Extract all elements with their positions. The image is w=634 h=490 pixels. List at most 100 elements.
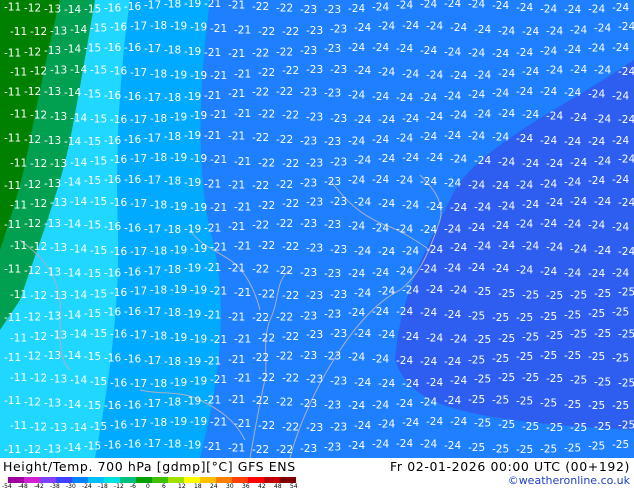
isotherm-label: -22 bbox=[252, 395, 269, 407]
isotherm-label: -24 bbox=[420, 45, 437, 57]
isotherm-label: -17 bbox=[130, 285, 147, 297]
isotherm-label: -24 bbox=[372, 399, 389, 411]
isotherm-label: -24 bbox=[426, 152, 443, 164]
isotherm-label: -16 bbox=[104, 42, 121, 54]
isotherm-label: -19 bbox=[190, 70, 207, 82]
isotherm-label: -24 bbox=[540, 218, 557, 230]
isotherm-label: -24 bbox=[564, 136, 581, 148]
isotherm-label: -19 bbox=[184, 308, 201, 320]
isotherm-label: -23 bbox=[306, 64, 323, 76]
isotherm-label: -18 bbox=[150, 68, 167, 80]
isotherm-label: -22 bbox=[252, 87, 269, 99]
isotherm-label: -15 bbox=[84, 220, 101, 232]
isotherm-label: -25 bbox=[588, 400, 605, 412]
isotherm-label: -15 bbox=[84, 351, 101, 363]
isotherm-label: -25 bbox=[546, 330, 563, 342]
isotherm-label: -24 bbox=[498, 68, 515, 80]
isotherm-label: -24 bbox=[378, 246, 395, 258]
isotherm-label: -25 bbox=[498, 288, 515, 300]
isotherm-label: -13 bbox=[44, 398, 61, 410]
isotherm-label: -24 bbox=[372, 306, 389, 318]
isotherm-label: -24 bbox=[588, 175, 605, 187]
isotherm-label: -13 bbox=[50, 329, 67, 341]
isotherm-label: -18 bbox=[164, 356, 181, 368]
isotherm-label: -25 bbox=[540, 350, 557, 362]
isotherm-label: -16 bbox=[104, 268, 121, 280]
isotherm-label: -12 bbox=[30, 290, 47, 302]
isotherm-label: -24 bbox=[546, 110, 563, 122]
isotherm-label: -25 bbox=[516, 396, 533, 408]
isotherm-label: -23 bbox=[306, 374, 323, 386]
isotherm-label: -16 bbox=[124, 174, 141, 186]
isotherm-label: -23 bbox=[324, 350, 341, 362]
isotherm-label: -18 bbox=[164, 0, 181, 11]
isotherm-label: -21 bbox=[228, 311, 245, 323]
isotherm-label: -11 bbox=[10, 332, 27, 344]
isotherm-label: -24 bbox=[450, 416, 467, 428]
isotherm-label: -22 bbox=[258, 26, 275, 38]
isotherm-label: -24 bbox=[564, 44, 581, 56]
isotherm-label: -24 bbox=[378, 153, 395, 165]
isotherm-label: -25 bbox=[522, 421, 539, 433]
isotherm-label: -23 bbox=[306, 158, 323, 170]
isotherm-label: -24 bbox=[348, 174, 365, 186]
isotherm-label: -16 bbox=[124, 91, 141, 103]
isotherm-label: -23 bbox=[306, 197, 323, 209]
isotherm-label: -21 bbox=[210, 285, 227, 297]
isotherm-label: -24 bbox=[492, 0, 509, 12]
isotherm-label: -24 bbox=[396, 355, 413, 367]
isotherm-label: -22 bbox=[282, 198, 299, 210]
isotherm-label: -12 bbox=[30, 421, 47, 433]
color-legend: -54 -48 -42 -38 -30 -24 -18 -12 -6 0 6 12 18 24 30 36 42… bbox=[2, 477, 302, 490]
isotherm-label: -24 bbox=[492, 220, 509, 232]
isotherm-label: -24 bbox=[570, 157, 587, 169]
credit-link[interactable]: ©weatheronline.co.uk bbox=[508, 474, 630, 487]
isotherm-label: -25 bbox=[570, 422, 587, 434]
legend-tick: 6 bbox=[162, 483, 166, 490]
isotherm-label: -25 bbox=[522, 289, 539, 301]
isotherm-label: -23 bbox=[300, 398, 317, 410]
isotherm-label: -14 bbox=[70, 422, 87, 434]
isotherm-label: -19 bbox=[184, 130, 201, 142]
isotherm-label: -25 bbox=[546, 422, 563, 434]
isotherm-label: -24 bbox=[348, 268, 365, 280]
isotherm-label: -24 bbox=[420, 224, 437, 236]
isotherm-label: -19 bbox=[170, 201, 187, 213]
isotherm-label: -25 bbox=[564, 399, 581, 411]
isotherm-label: -17 bbox=[144, 438, 161, 450]
isotherm-label: -19 bbox=[170, 332, 187, 344]
isotherm-label: -24 bbox=[588, 4, 605, 16]
isotherm-label: -24 bbox=[354, 420, 371, 432]
isotherm-label: -25 bbox=[522, 372, 539, 384]
isotherm-label: -14 bbox=[70, 375, 87, 387]
isotherm-label: -23 bbox=[306, 290, 323, 302]
isotherm-label: -12 bbox=[24, 396, 41, 408]
isotherm-label: -24 bbox=[444, 223, 461, 235]
isotherm-label: -16 bbox=[124, 134, 141, 146]
isotherm-label: -25 bbox=[474, 373, 491, 385]
isotherm-label: -11 bbox=[4, 180, 21, 192]
isotherm-label: -24 bbox=[444, 440, 461, 452]
isotherm-label: -18 bbox=[164, 397, 181, 409]
isotherm-label: -25 bbox=[570, 329, 587, 341]
isotherm-label: -24 bbox=[516, 47, 533, 59]
isotherm-label: -15 bbox=[90, 245, 107, 257]
isotherm-label: -21 bbox=[210, 417, 227, 429]
isotherm-label: -24 bbox=[372, 42, 389, 54]
isotherm-label: -21 bbox=[210, 70, 227, 82]
isotherm-label: -24 bbox=[522, 158, 539, 170]
isotherm-label: -13 bbox=[44, 4, 61, 16]
isotherm-label: -22 bbox=[276, 47, 293, 59]
isotherm-label: -17 bbox=[130, 378, 147, 390]
isotherm-label: -23 bbox=[330, 24, 347, 36]
isotherm-label: -21 bbox=[204, 179, 221, 191]
isotherm-label: -23 bbox=[330, 156, 347, 168]
isotherm-label: -19 bbox=[170, 20, 187, 32]
isotherm-label: -24 bbox=[444, 47, 461, 59]
isotherm-label: -24 bbox=[564, 4, 581, 16]
isotherm-label: -16 bbox=[110, 114, 127, 126]
isotherm-label: -22 bbox=[276, 351, 293, 363]
isotherm-label: -11 bbox=[4, 87, 21, 99]
isotherm-label: -24 bbox=[522, 240, 539, 252]
isotherm-label: -22 bbox=[276, 265, 293, 277]
